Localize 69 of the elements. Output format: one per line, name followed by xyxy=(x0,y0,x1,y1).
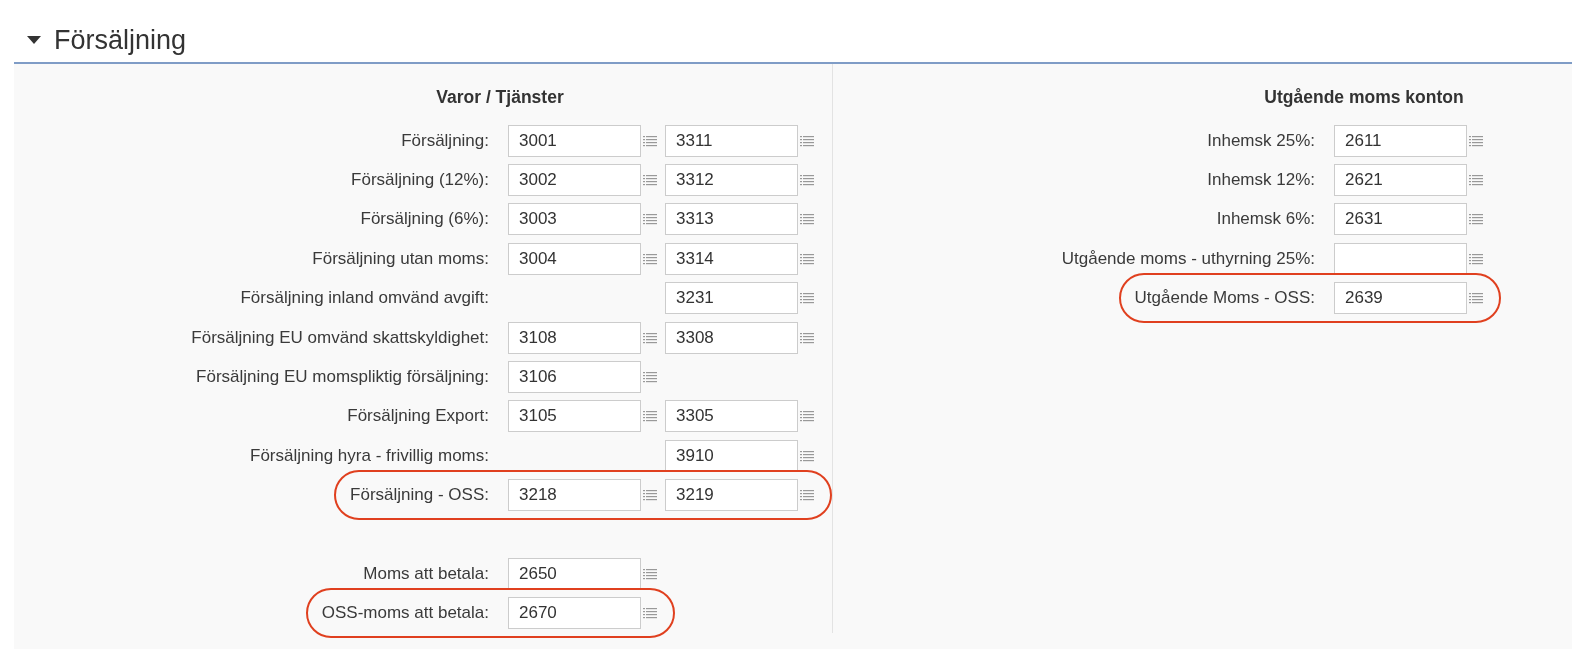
field-label: Utgående Moms - OSS: xyxy=(1134,288,1315,309)
account-field[interactable]: 3004 xyxy=(508,242,641,275)
list-icon[interactable] xyxy=(643,174,657,187)
list-icon[interactable] xyxy=(643,252,657,265)
field-label: Utgående moms - uthyrning 25%: xyxy=(1061,248,1315,269)
field-label: Försäljning inland omvänd avgift: xyxy=(240,288,489,309)
field-label: Moms att betala: xyxy=(363,563,489,584)
field-label: Försäljning hyra - frivillig moms: xyxy=(250,445,489,466)
list-icon[interactable] xyxy=(800,213,814,226)
list-icon[interactable] xyxy=(1469,252,1483,265)
account-field[interactable]: 3231 xyxy=(665,282,798,315)
list-icon[interactable] xyxy=(800,292,814,305)
field-label: Försäljning EU momspliktig försäljning: xyxy=(196,367,489,388)
list-icon[interactable] xyxy=(800,449,814,462)
list-icon[interactable] xyxy=(800,252,814,265)
account-field[interactable]: 2621 xyxy=(1334,164,1467,197)
account-field[interactable]: 3308 xyxy=(665,321,798,354)
account-field[interactable]: 3106 xyxy=(508,361,641,394)
list-icon[interactable] xyxy=(643,371,657,384)
account-field[interactable] xyxy=(1334,242,1467,275)
list-icon[interactable] xyxy=(643,607,657,619)
field-label: OSS-moms att betala: xyxy=(321,603,489,623)
account-field[interactable]: 3218 xyxy=(508,479,641,512)
list-icon[interactable] xyxy=(800,134,814,147)
list-icon[interactable] xyxy=(800,410,814,423)
list-icon[interactable] xyxy=(643,410,657,423)
account-field[interactable]: 3219 xyxy=(665,479,798,512)
account-field[interactable]: 2670 xyxy=(508,597,641,629)
list-icon[interactable] xyxy=(643,134,657,147)
field-label: Försäljning (12%): xyxy=(351,170,489,191)
account-field[interactable]: 3313 xyxy=(665,203,798,236)
column-heading: Varor / Tjänster xyxy=(435,87,565,109)
account-field[interactable]: 3311 xyxy=(665,124,798,157)
section-title: Försäljning xyxy=(54,24,187,56)
account-field[interactable]: 2611 xyxy=(1334,124,1467,157)
account-field[interactable]: 3305 xyxy=(665,400,798,433)
list-icon[interactable] xyxy=(1469,213,1483,226)
account-field[interactable]: 3312 xyxy=(665,164,798,197)
field-label: Försäljning EU omvänd skattskyldighet: xyxy=(191,327,489,348)
list-icon[interactable] xyxy=(1469,292,1483,305)
account-field[interactable]: 3314 xyxy=(665,242,798,275)
account-field[interactable]: 3003 xyxy=(508,203,641,236)
field-label: Försäljning Export: xyxy=(347,406,489,427)
account-field[interactable]: 3910 xyxy=(665,439,798,472)
field-label: Inhemsk 6%: xyxy=(1216,209,1315,230)
account-field[interactable]: 3108 xyxy=(508,321,641,354)
account-field[interactable]: 3105 xyxy=(508,400,641,433)
column-heading: Utgående moms konton xyxy=(1263,87,1465,109)
list-icon[interactable] xyxy=(800,331,814,344)
list-icon[interactable] xyxy=(800,174,814,187)
field-label: Försäljning (6%): xyxy=(360,209,489,230)
account-field[interactable]: 2650 xyxy=(508,557,641,590)
account-field[interactable]: 2639 xyxy=(1334,282,1467,315)
list-icon[interactable] xyxy=(1469,174,1483,187)
field-label: Försäljning utan moms: xyxy=(312,248,489,269)
list-icon[interactable] xyxy=(643,489,657,502)
field-label: Inhemsk 25%: xyxy=(1207,130,1315,151)
field-label: Försäljning - OSS: xyxy=(350,485,489,506)
account-field[interactable]: 2631 xyxy=(1334,203,1467,236)
field-label: Inhemsk 12%: xyxy=(1207,170,1315,191)
list-icon[interactable] xyxy=(1469,134,1483,147)
account-field[interactable]: 3001 xyxy=(508,124,641,157)
list-icon[interactable] xyxy=(643,213,657,226)
caret-icon[interactable] xyxy=(26,35,42,45)
list-icon[interactable] xyxy=(643,331,657,344)
list-icon[interactable] xyxy=(800,489,814,502)
field-label: Försäljning: xyxy=(401,130,489,151)
list-icon[interactable] xyxy=(643,567,657,580)
account-field[interactable]: 3002 xyxy=(508,164,641,197)
